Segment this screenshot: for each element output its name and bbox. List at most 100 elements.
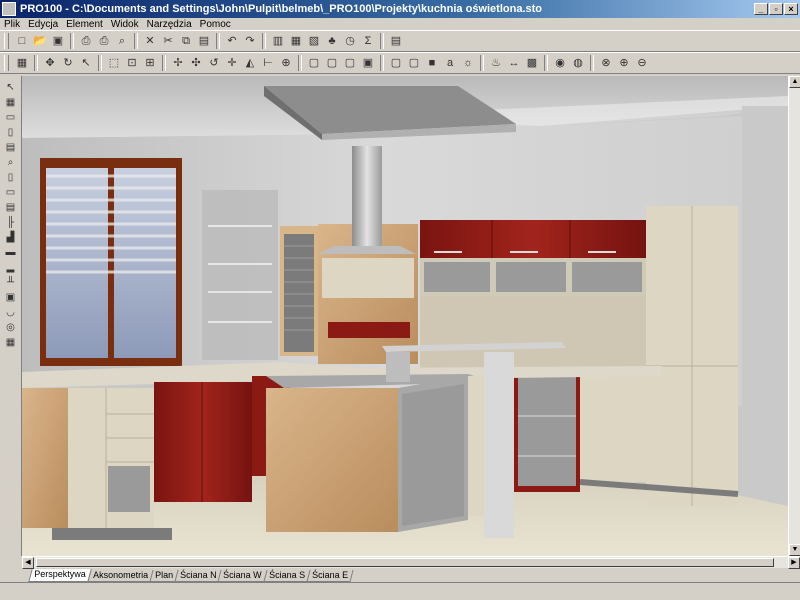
tab-sciana-w[interactable]: Ściana W [217,570,268,582]
tab-label: Perspektywa [34,569,86,579]
box-wire-icon[interactable]: ▢ [388,55,404,71]
drawer-icon[interactable]: ▤ [3,201,19,214]
redo-icon[interactable]: ↷ [242,33,258,49]
hob-icon[interactable]: ◎ [3,321,19,334]
render-icon[interactable]: ◉ [552,55,568,71]
tree-icon[interactable]: ♣ [324,33,340,49]
vertical-scrollbar[interactable]: ▲ ▼ [788,76,800,556]
tab-aksonometria[interactable]: Aksonometria [86,570,154,582]
copy-icon[interactable]: ⧉ [178,33,194,49]
minimize-button[interactable]: _ [754,3,768,15]
box-hidden-icon[interactable]: ▢ [406,55,422,71]
title-bar: PRO100 - C:\Documents and Settings\John\… [0,0,800,18]
cabinet-icon[interactable]: ▭ [3,111,19,124]
report-icon[interactable]: ▤ [388,33,404,49]
panel-icon[interactable]: ▯ [3,171,19,184]
handle-icon[interactable]: ╟ [3,216,19,229]
cut-icon[interactable]: ✂ [160,33,176,49]
color-wheel-icon[interactable]: ◍ [570,55,586,71]
delete-icon[interactable]: ✕ [142,33,158,49]
open-icon[interactable]: 📂 [32,33,48,49]
box-view3-icon[interactable]: ▢ [342,55,358,71]
toolbar-grip[interactable] [4,55,9,71]
horizontal-scroll-thumb[interactable] [36,558,774,567]
new-icon[interactable]: □ [14,33,30,49]
target-icon[interactable]: ⊕ [278,55,294,71]
move-icon[interactable]: ✥ [42,55,58,71]
maximize-button[interactable]: ▫ [769,3,783,15]
properties-icon[interactable]: ▥ [270,33,286,49]
tab-sciana-n[interactable]: Ściana N [173,570,222,582]
scroll-down-icon[interactable]: ▼ [789,544,800,556]
tab-perspektywa[interactable]: Perspektywa [28,569,92,582]
close-button[interactable]: × [784,3,798,15]
worktop-icon[interactable]: ▬ [3,246,19,259]
lamp-icon[interactable]: ♨ [488,55,504,71]
corner-icon[interactable]: ▟ [3,231,19,244]
horizontal-scrollbar[interactable]: ◀ ▶ [22,556,800,569]
tab-label: Plan [154,570,173,580]
window-title: PRO100 - C:\Documents and Settings\John\… [20,3,543,15]
menu-pomoc[interactable]: Pomoc [196,19,235,30]
menu-narzedzia[interactable]: Narzędzia [143,19,196,30]
text-icon[interactable]: a [442,55,458,71]
box-view1-icon[interactable]: ▢ [306,55,322,71]
app-icon[interactable] [2,2,16,16]
grid-icon[interactable]: ▦ [14,55,30,71]
measure-icon[interactable]: ⊢ [260,55,276,71]
print-preview-icon[interactable]: ⎙ [78,33,94,49]
clock-icon[interactable]: ◷ [342,33,358,49]
menu-widok[interactable]: Widok [107,19,143,30]
fit-icon[interactable]: ⊡ [124,55,140,71]
zoom-tool-icon[interactable]: ⌕ [3,156,19,169]
undo-icon[interactable]: ↶ [224,33,240,49]
print-icon[interactable]: ⎙ [96,33,112,49]
save-icon[interactable]: ▣ [50,33,66,49]
toolbar-separator [70,33,74,49]
spin-icon[interactable]: ↺ [206,55,222,71]
menu-edycja[interactable]: Edycja [24,19,62,30]
pointer-icon[interactable]: ↖ [3,81,19,94]
orbit-icon[interactable]: ✣ [188,55,204,71]
menu-element[interactable]: Element [62,19,107,30]
shelf-icon[interactable]: ▭ [3,186,19,199]
dimension-icon[interactable]: ↔ [506,55,522,71]
tab-sciana-e[interactable]: Ściana E [306,570,354,582]
find-icon[interactable]: ⌕ [114,33,130,49]
wall-cabinet-icon[interactable]: ▤ [3,141,19,154]
mirror-icon[interactable]: ◭ [242,55,258,71]
rotate-view-icon[interactable]: ↻ [60,55,76,71]
back-panel-icon[interactable]: ▣ [3,291,19,304]
light-icon[interactable]: ☼ [460,55,476,71]
box-solid-icon[interactable]: ■ [424,55,440,71]
zoom-out-icon[interactable]: ⊖ [634,55,650,71]
view-tabs: Perspektywa Aksonometria Plan Ściana N Ś… [22,568,800,582]
pan-icon[interactable]: ✢ [170,55,186,71]
library-icon[interactable]: ▦ [288,33,304,49]
toolbar-grip[interactable] [4,33,9,49]
cross-move-icon[interactable]: ✛ [224,55,240,71]
sink-icon[interactable]: ◡ [3,306,19,319]
grid-tool-icon[interactable]: ▦ [3,96,19,109]
scroll-up-icon[interactable]: ▲ [789,76,800,88]
frame-icon[interactable]: ⬚ [106,55,122,71]
plinth-icon[interactable]: ▂ [3,261,19,274]
toolbar-separator [590,55,594,71]
menu-plik[interactable]: Plik [0,19,24,30]
appliance-icon[interactable]: ▦ [3,336,19,349]
select-icon[interactable]: ↖ [78,55,94,71]
3d-viewport[interactable] [22,76,788,556]
sum-icon[interactable]: Σ [360,33,376,49]
legs-icon[interactable]: ╨ [3,276,19,289]
paste-icon[interactable]: ▤ [196,33,212,49]
stop-icon[interactable]: ⊗ [598,55,614,71]
box-view2-icon[interactable]: ▢ [324,55,340,71]
box-view4-icon[interactable]: ▣ [360,55,376,71]
lock-icon[interactable]: ⊞ [142,55,158,71]
hatch-icon[interactable]: ▩ [524,55,540,71]
tab-sciana-s[interactable]: Ściana S [263,570,311,582]
zoom-in-icon[interactable]: ⊕ [616,55,632,71]
materials-icon[interactable]: ▧ [306,33,322,49]
toolbar-separator [544,55,548,71]
door-icon[interactable]: ▯ [3,126,19,139]
